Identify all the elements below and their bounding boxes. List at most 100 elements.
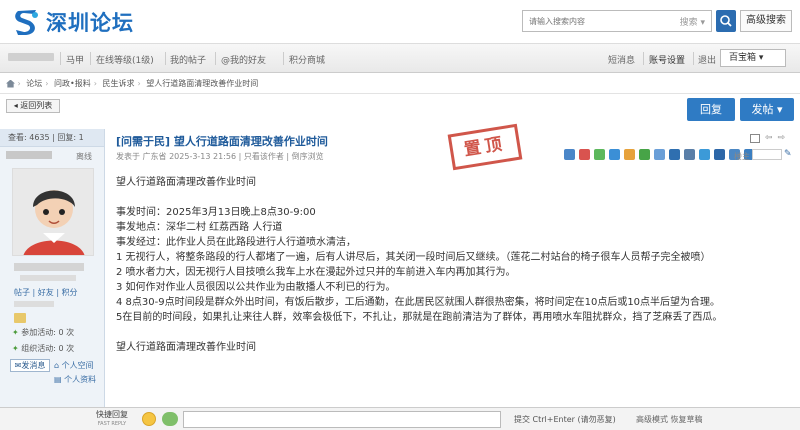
medal-icon <box>14 313 26 323</box>
floor-label: 楼主 <box>734 152 750 161</box>
author-sidebar: 查看: 4635 | 回复: 1 离线 帖子 | 好友 | 积分 ✦ 参加活动:… <box>0 129 105 407</box>
body-line: 2 喷水者力大，因无视行人目技喷么我车上水在漫起外过只并的车前进入车内再加其行为… <box>116 267 516 278</box>
profile-tab-friends[interactable]: 好友 <box>38 288 54 297</box>
emoji-icon[interactable] <box>142 412 156 426</box>
share-icon[interactable] <box>639 149 650 160</box>
reply-button[interactable]: 回复 <box>687 98 735 121</box>
logo-mark-icon <box>12 8 42 36</box>
toolbar-my-friends[interactable]: @我的好友 <box>221 53 266 66</box>
toolbar-account-settings[interactable]: 账号设置 <box>649 53 685 66</box>
search-input[interactable] <box>523 16 663 26</box>
username-placeholder[interactable] <box>8 53 54 64</box>
body-line: 事发经过：此作业人员在此路段进行人行道喷水清洁， <box>116 237 356 248</box>
profile-icon: ▤ <box>54 375 62 384</box>
post-title: [问需于民] 望人行道路面清理改善作业时间 <box>116 135 328 148</box>
advanced-mode-link[interactable]: 高级模式 恢复草稿 <box>636 414 703 425</box>
breadcrumb-subsection[interactable]: 民生诉求 <box>103 79 135 88</box>
next-icon[interactable]: ⇨ <box>778 134 786 143</box>
body-line: 1 无视行人，将整条路段的行人都堵了一遍，后有人讲尽后，其关闭一段时间后又继续。… <box>116 252 711 263</box>
avatar-image <box>13 169 93 255</box>
back-to-list-button[interactable]: ◂ 返回列表 <box>6 99 60 113</box>
activity-organized-text: 组织活动: 0 次 <box>21 344 75 353</box>
thread-stats: 查看: 4635 | 回复: 1 <box>0 129 104 147</box>
post-meta: 发表于 广东省 2025-3-13 21:56 | 只看该作者 | 倒序浏览 <box>116 152 324 161</box>
submit-reply-button[interactable]: 提交 Ctrl+Enter (请勿恶复) <box>514 414 616 425</box>
logo-text: 深圳论坛 <box>46 11 134 35</box>
share-icon[interactable] <box>654 149 665 160</box>
toolbar-my-posts[interactable]: 我的帖子 <box>170 53 206 66</box>
activity-joined-text: 参加活动: 0 次 <box>21 328 75 337</box>
wrench-icon[interactable]: ✎ <box>784 149 792 159</box>
online-status: 离线 <box>76 152 92 161</box>
toolbar-notice[interactable]: 短消息 <box>608 53 635 66</box>
share-icon[interactable] <box>564 149 575 160</box>
quick-reply-subtitle: FAST REPLY <box>97 421 127 427</box>
personal-profile-label: 个人资料 <box>64 375 97 384</box>
body-line <box>116 325 756 340</box>
body-line: 3 如何作对作业人员很因以公共作业为由散播人不利已的行为。 <box>116 282 396 293</box>
share-icon[interactable] <box>594 149 605 160</box>
house-icon: ⌂ <box>54 361 60 370</box>
prev-icon[interactable]: ⇦ <box>765 134 773 143</box>
body-line: 事发时间：2025年3月13日晚上8点30-9:00 <box>116 207 316 218</box>
toolbar-points-mall[interactable]: 积分商城 <box>289 53 325 66</box>
user-toolbar: 马甲 在线等级(1级) 我的帖子 @我的好友 积分商城 短消息 账号设置 退出 <box>0 43 800 73</box>
quick-reply-bar: 快捷回复 FAST REPLY 提交 Ctrl+Enter (请勿恶复) 高级模… <box>0 407 800 430</box>
profile-tab-posts[interactable]: 帖子 <box>14 288 30 297</box>
share-icon[interactable] <box>699 149 710 160</box>
avatar[interactable] <box>12 168 94 256</box>
site-logo[interactable]: 深圳论坛 <box>12 7 134 37</box>
body-line: 5在目前的时间段，如果扎让来往人群，效率会极低下，不扎让，那就是在跑前清洁为了群… <box>116 312 723 323</box>
print-icon[interactable] <box>750 134 760 143</box>
breadcrumb: › 论坛 › 问政•报料 › 民生诉求 › 望人行道路面清理改善作业时间 <box>0 74 800 94</box>
activity-joined: ✦ 参加活动: 0 次 <box>12 327 74 338</box>
toolbox-select[interactable]: 百宝箱 ▾ <box>720 49 786 67</box>
quick-reply-title: 快捷回复 <box>96 410 128 419</box>
advanced-search-button[interactable]: 高级搜索 <box>740 10 792 32</box>
breadcrumb-forum[interactable]: 论坛 <box>26 79 42 88</box>
body-line <box>116 190 756 205</box>
toolbar-logout[interactable]: 退出 <box>698 53 716 66</box>
activity-icon: ✦ <box>12 328 19 337</box>
profile-tab-points[interactable]: 积分 <box>62 288 78 297</box>
search-box[interactable]: 搜索 ▾ <box>522 10 712 32</box>
search-type-select[interactable]: 搜索 ▾ <box>680 15 711 28</box>
share-icon[interactable] <box>624 149 635 160</box>
breadcrumb-section[interactable]: 问政•报料 <box>54 79 91 88</box>
toolbar-majia[interactable]: 马甲 <box>66 53 84 66</box>
toolbar-level[interactable]: 在线等级(1级) <box>96 53 154 66</box>
home-icon[interactable] <box>6 79 15 88</box>
floor-jump-input[interactable] <box>752 149 782 160</box>
post-body: 望人行道路面清理改善作业时间 事发时间：2025年3月13日晚上8点30-9:0… <box>116 175 756 355</box>
new-post-button[interactable]: 发帖 ▾ <box>740 98 794 121</box>
share-icon[interactable] <box>579 149 590 160</box>
search-button[interactable] <box>716 10 736 32</box>
share-icon[interactable] <box>609 149 620 160</box>
new-post-label: 发帖 <box>751 103 774 116</box>
personal-space-link[interactable]: ⌂ 个人空间 <box>54 360 94 371</box>
send-message-button[interactable]: ✉发消息 <box>10 359 50 372</box>
profile-tabs: 帖子 | 好友 | 积分 <box>14 288 78 297</box>
share-icon[interactable] <box>714 149 725 160</box>
search-type-label: 搜索 <box>679 17 698 28</box>
send-message-label: 发消息 <box>21 361 46 370</box>
breadcrumb-thread[interactable]: 望人行道路面清理改善作业时间 <box>146 79 258 88</box>
body-line: 事发地点：深华二村 红荔西路 人行道 <box>116 222 283 233</box>
chat-icon[interactable] <box>162 412 178 426</box>
pinned-stamp: 置顶 <box>447 123 523 171</box>
back-label: 返回列表 <box>20 101 53 110</box>
share-icon[interactable] <box>669 149 680 160</box>
toolbox-label: 百宝箱 <box>729 53 757 63</box>
author-name[interactable] <box>6 151 52 159</box>
personal-profile-link[interactable]: ▤ 个人资料 <box>54 374 96 385</box>
activity-icon: ✦ <box>12 344 19 353</box>
quick-reply-textarea[interactable] <box>183 411 501 428</box>
site-header: 深圳论坛 搜索 ▾ 高级搜索 <box>0 0 800 43</box>
post-content-area: [问需于民] 望人行道路面清理改善作业时间 置顶 ⇦ ⇨ 发表于 广东省 202… <box>106 123 800 407</box>
share-toolbar <box>564 149 755 160</box>
quick-reply-label: 快捷回复 FAST REPLY <box>96 411 128 428</box>
activity-organized: ✦ 组织活动: 0 次 <box>12 343 74 354</box>
search-icon <box>720 15 732 27</box>
body-line: 望人行道路面清理改善作业时间 <box>116 342 256 353</box>
share-icon[interactable] <box>684 149 695 160</box>
